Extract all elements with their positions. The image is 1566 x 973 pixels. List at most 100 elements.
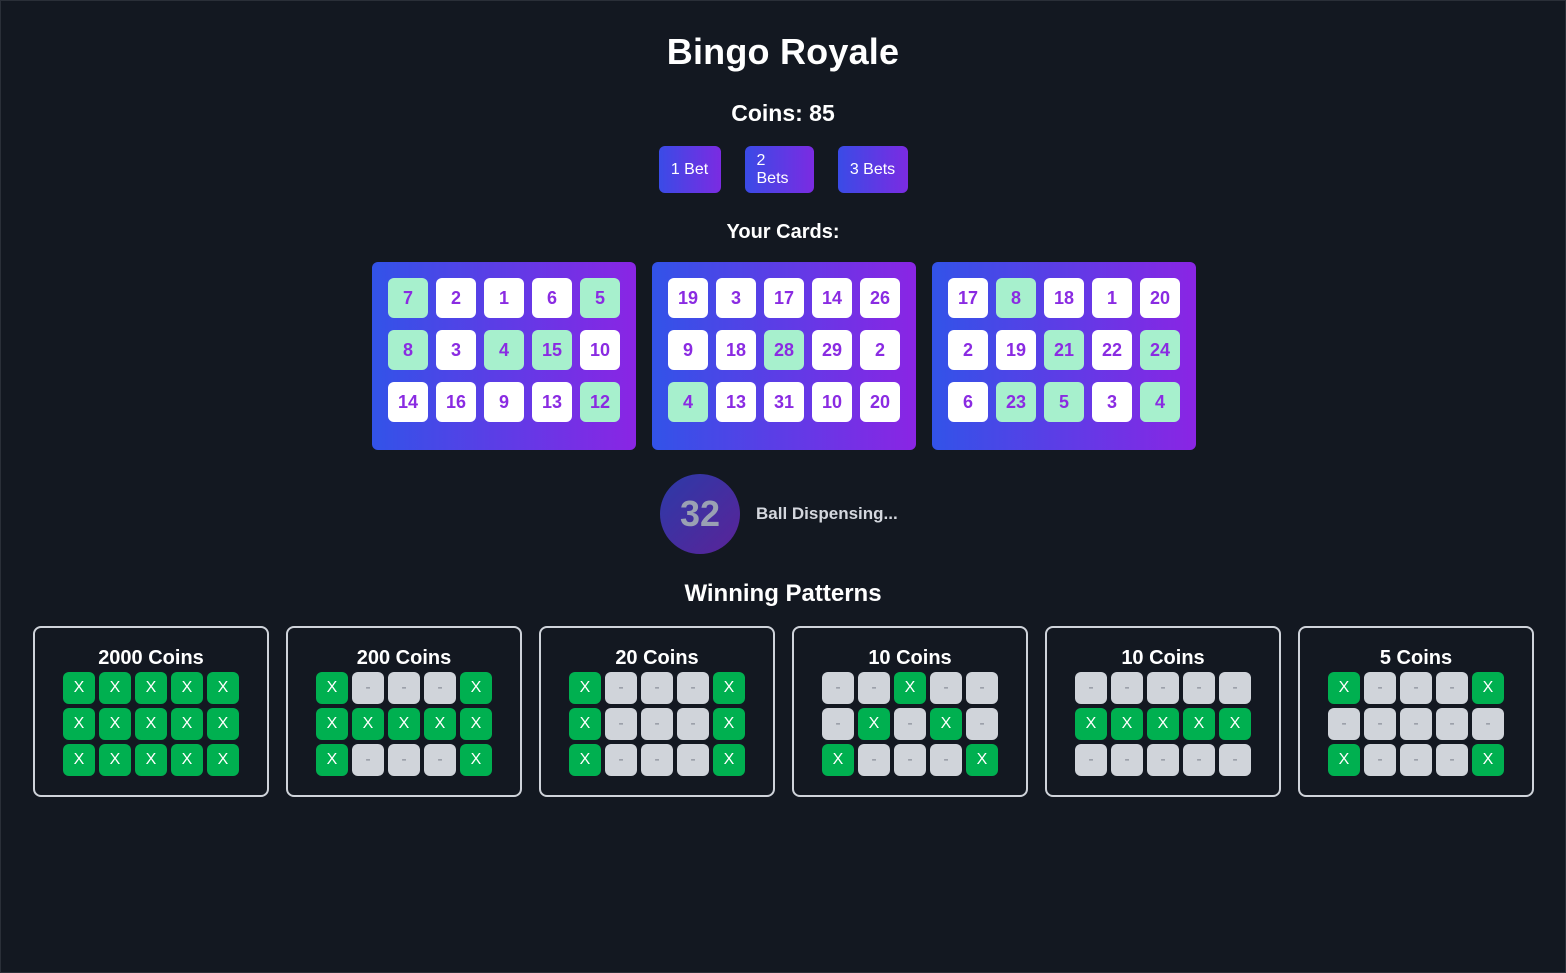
card-cell[interactable]: 19 — [668, 278, 708, 318]
card-cell-marked[interactable]: 24 — [1140, 330, 1180, 370]
bet-1-button[interactable]: 1 Bet — [658, 146, 721, 193]
card-cell[interactable]: 6 — [532, 278, 572, 318]
pattern-cell-hit: X — [171, 744, 203, 776]
card-cell[interactable]: 19 — [996, 330, 1036, 370]
bet-3-button[interactable]: 3 Bets — [837, 146, 908, 193]
pattern-cell-hit: X — [713, 708, 745, 740]
card-cell[interactable]: 3 — [1092, 382, 1132, 422]
card-cell[interactable]: 1 — [484, 278, 524, 318]
card-cell[interactable]: 2 — [948, 330, 988, 370]
pattern-cell-empty: - — [1147, 744, 1179, 776]
pattern-cell-hit: X — [1328, 672, 1360, 704]
card-cell[interactable]: 31 — [764, 382, 804, 422]
card-cell-marked[interactable]: 23 — [996, 382, 1036, 422]
pattern-cell-empty: - — [1219, 744, 1251, 776]
pattern-cell-hit: X — [569, 744, 601, 776]
patterns-heading: Winning Patterns — [684, 580, 882, 607]
pattern-cell-hit: X — [1472, 672, 1504, 704]
pattern-cell-hit: X — [713, 672, 745, 704]
card-cell-marked[interactable]: 7 — [388, 278, 428, 318]
pattern-grid: XXXXXXXXXXXXXXX — [63, 672, 239, 776]
card-cell-marked[interactable]: 15 — [532, 330, 572, 370]
card-cell-marked[interactable]: 12 — [580, 382, 620, 422]
pattern-cell-hit: X — [424, 708, 456, 740]
card-cell[interactable]: 17 — [764, 278, 804, 318]
card-cell-marked[interactable]: 8 — [388, 330, 428, 370]
card-cell[interactable]: 18 — [716, 330, 756, 370]
card-cell[interactable]: 9 — [484, 382, 524, 422]
card-cell[interactable]: 3 — [436, 330, 476, 370]
pattern-cell-hit: X — [316, 744, 348, 776]
card-cell[interactable]: 10 — [580, 330, 620, 370]
card-cell[interactable]: 10 — [812, 382, 852, 422]
card-cell[interactable]: 20 — [860, 382, 900, 422]
pattern-cell-hit: X — [1472, 744, 1504, 776]
card-cell[interactable]: 3 — [716, 278, 756, 318]
pattern-cell-empty: - — [1400, 672, 1432, 704]
pattern-payout-label: 20 Coins — [615, 647, 699, 669]
pattern-card: 200 Coins X - - - X X X X X X X - - - X — [286, 626, 522, 797]
pattern-cell-empty: - — [1147, 672, 1179, 704]
bingo-card: 17 8 18 1 20 2 19 21 22 24 6 23 5 3 4 — [932, 262, 1196, 450]
pattern-cell-hit: X — [135, 672, 167, 704]
pattern-payout-label: 200 Coins — [356, 647, 452, 669]
pattern-cell-hit: X — [1183, 708, 1215, 740]
pattern-cell-empty: - — [966, 672, 998, 704]
card-cell[interactable]: 1 — [1092, 278, 1132, 318]
pattern-cell-empty: - — [352, 744, 384, 776]
pattern-cell-hit: X — [822, 744, 854, 776]
pattern-cell-empty: - — [1075, 744, 1107, 776]
pattern-card: 5 Coins X - - - X - - - - - X - - - X — [1298, 626, 1534, 797]
card-cell[interactable]: 22 — [1092, 330, 1132, 370]
card-cell[interactable]: 26 — [860, 278, 900, 318]
bingo-cards: 7 2 1 6 5 8 3 4 15 10 14 16 9 13 12 19 3 17 14 26 9 18 28 29 2 4 1… — [372, 262, 1196, 450]
card-cell[interactable]: 6 — [948, 382, 988, 422]
pattern-grid: X---XXXXXXX---X — [316, 672, 492, 776]
pattern-cell-hit: X — [63, 744, 95, 776]
card-cell[interactable]: 16 — [436, 382, 476, 422]
card-cell-marked[interactable]: 21 — [1044, 330, 1084, 370]
card-cell[interactable]: 17 — [948, 278, 988, 318]
pattern-cell-empty: - — [424, 672, 456, 704]
card-cell[interactable]: 2 — [860, 330, 900, 370]
pattern-cell-hit: X — [1075, 708, 1107, 740]
pattern-cell-hit: X — [316, 708, 348, 740]
card-cell[interactable]: 18 — [1044, 278, 1084, 318]
ball-status-text: Ball Dispensing... — [756, 504, 898, 523]
card-cell-marked[interactable]: 28 — [764, 330, 804, 370]
pattern-cell-hit: X — [135, 744, 167, 776]
pattern-cell-hit: X — [460, 744, 492, 776]
bet-selector: 1 Bet 2 Bets 3 Bets — [1, 146, 1565, 193]
pattern-cell-hit: X — [966, 744, 998, 776]
pattern-cell-hit: X — [171, 708, 203, 740]
pattern-cell-hit: X — [460, 672, 492, 704]
pattern-cell-empty: - — [858, 744, 890, 776]
pattern-cell-hit: X — [63, 672, 95, 704]
card-cell[interactable]: 13 — [716, 382, 756, 422]
card-cell[interactable]: 20 — [1140, 278, 1180, 318]
pattern-cell-hit: X — [207, 708, 239, 740]
card-cell[interactable]: 13 — [532, 382, 572, 422]
pattern-cell-hit: X — [713, 744, 745, 776]
pattern-cell-empty: - — [677, 744, 709, 776]
card-cell[interactable]: 29 — [812, 330, 852, 370]
card-cell-marked[interactable]: 4 — [484, 330, 524, 370]
card-cell-marked[interactable]: 5 — [1044, 382, 1084, 422]
pattern-cell-empty: - — [1400, 744, 1432, 776]
card-cell[interactable]: 14 — [812, 278, 852, 318]
pattern-cell-hit: X — [99, 744, 131, 776]
bet-2-button[interactable]: 2 Bets — [744, 146, 814, 193]
pattern-cell-empty: - — [966, 708, 998, 740]
card-cell[interactable]: 2 — [436, 278, 476, 318]
card-cell[interactable]: 9 — [668, 330, 708, 370]
pattern-cell-empty: - — [1436, 744, 1468, 776]
card-cell[interactable]: 14 — [388, 382, 428, 422]
card-cell-marked[interactable]: 8 — [996, 278, 1036, 318]
pattern-cell-empty: - — [1075, 672, 1107, 704]
pattern-cell-empty: - — [1111, 744, 1143, 776]
card-cell-marked[interactable]: 4 — [1140, 382, 1180, 422]
card-cell-marked[interactable]: 4 — [668, 382, 708, 422]
card-cell-marked[interactable]: 5 — [580, 278, 620, 318]
pattern-cell-empty: - — [894, 708, 926, 740]
pattern-card: 2000 Coins X X X X X X X X X X X X X X X — [33, 626, 269, 797]
